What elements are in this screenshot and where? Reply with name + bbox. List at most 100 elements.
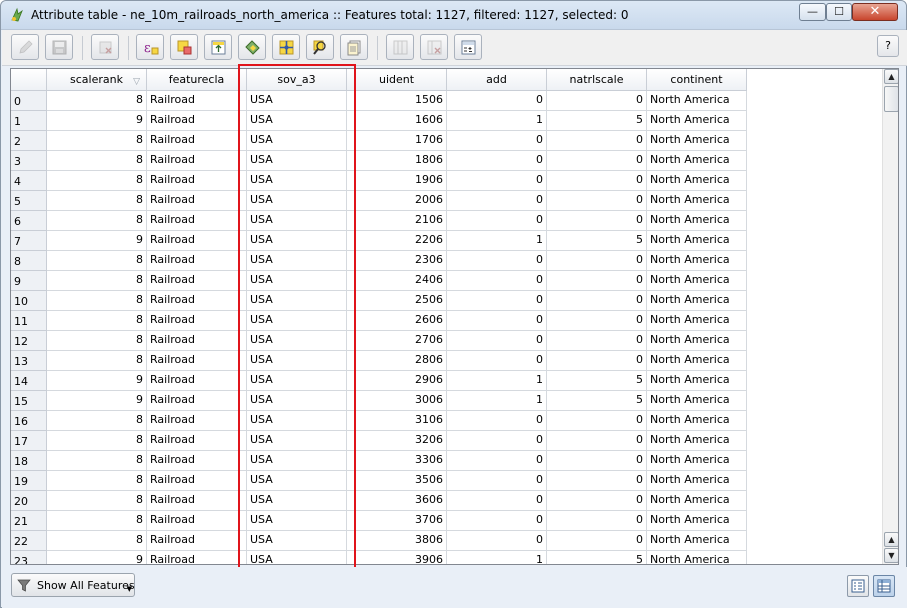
zoom-to-selected-button[interactable]: [306, 34, 334, 60]
cell-continent[interactable]: North America: [647, 391, 747, 411]
cell-uident[interactable]: 2706: [347, 331, 447, 351]
table-row[interactable]: 16 8 Railroad USA 3106 0 0 North America: [11, 411, 747, 431]
cell-uident[interactable]: 1706: [347, 131, 447, 151]
cell-uident[interactable]: 2306: [347, 251, 447, 271]
cell-featurecla[interactable]: Railroad: [147, 191, 247, 211]
cell-sov-a3[interactable]: USA: [247, 151, 347, 171]
table-row[interactable]: 11 8 Railroad USA 2606 0 0 North America: [11, 311, 747, 331]
cell-uident[interactable]: 2206: [347, 231, 447, 251]
table-row[interactable]: 7 9 Railroad USA 2206 1 5 North America: [11, 231, 747, 251]
table-row[interactable]: 9 8 Railroad USA 2406 0 0 North America: [11, 271, 747, 291]
cell-uident[interactable]: 3206: [347, 431, 447, 451]
table-row[interactable]: 22 8 Railroad USA 3806 0 0 North America: [11, 531, 747, 551]
cell-natrlscale[interactable]: 0: [547, 431, 647, 451]
row-header[interactable]: 8: [11, 251, 47, 271]
table-row[interactable]: 2 8 Railroad USA 1706 0 0 North America: [11, 131, 747, 151]
table-row[interactable]: 4 8 Railroad USA 1906 0 0 North America: [11, 171, 747, 191]
cell-sov-a3[interactable]: USA: [247, 291, 347, 311]
cell-continent[interactable]: North America: [647, 491, 747, 511]
cell-natrlscale[interactable]: 5: [547, 391, 647, 411]
cell-uident[interactable]: 3506: [347, 471, 447, 491]
cell-uident[interactable]: 1806: [347, 151, 447, 171]
cell-add[interactable]: 0: [447, 291, 547, 311]
cell-featurecla[interactable]: Railroad: [147, 251, 247, 271]
cell-add[interactable]: 0: [447, 191, 547, 211]
cell-sov-a3[interactable]: USA: [247, 491, 347, 511]
cell-add[interactable]: 0: [447, 331, 547, 351]
cell-sov-a3[interactable]: USA: [247, 511, 347, 531]
table-row[interactable]: 1 9 Railroad USA 1606 1 5 North America: [11, 111, 747, 131]
cell-sov-a3[interactable]: USA: [247, 251, 347, 271]
cell-uident[interactable]: 3706: [347, 511, 447, 531]
cell-continent[interactable]: North America: [647, 111, 747, 131]
column-header-scalerank[interactable]: scalerank ▽: [47, 69, 147, 91]
cell-uident[interactable]: 1606: [347, 111, 447, 131]
table-row[interactable]: 18 8 Railroad USA 3306 0 0 North America: [11, 451, 747, 471]
cell-uident[interactable]: 2106: [347, 211, 447, 231]
cell-uident[interactable]: 2406: [347, 271, 447, 291]
cell-add[interactable]: 0: [447, 531, 547, 551]
cell-scalerank[interactable]: 8: [47, 411, 147, 431]
cell-continent[interactable]: North America: [647, 511, 747, 531]
cell-natrlscale[interactable]: 0: [547, 251, 647, 271]
cell-add[interactable]: 0: [447, 211, 547, 231]
pan-to-selected-button[interactable]: [272, 34, 300, 60]
cell-sov-a3[interactable]: USA: [247, 471, 347, 491]
table-row[interactable]: 8 8 Railroad USA 2306 0 0 North America: [11, 251, 747, 271]
cell-add[interactable]: 0: [447, 131, 547, 151]
cell-continent[interactable]: North America: [647, 531, 747, 551]
column-header-sov-a3[interactable]: sov_a3: [247, 69, 347, 91]
row-header[interactable]: 7: [11, 231, 47, 251]
cell-uident[interactable]: 3106: [347, 411, 447, 431]
cell-scalerank[interactable]: 8: [47, 131, 147, 151]
cell-scalerank[interactable]: 9: [47, 551, 147, 564]
cell-featurecla[interactable]: Railroad: [147, 151, 247, 171]
row-header[interactable]: 11: [11, 311, 47, 331]
cell-natrlscale[interactable]: 0: [547, 191, 647, 211]
cell-scalerank[interactable]: 8: [47, 331, 147, 351]
table-row[interactable]: 19 8 Railroad USA 3506 0 0 North America: [11, 471, 747, 491]
cell-scalerank[interactable]: 8: [47, 191, 147, 211]
cell-add[interactable]: 0: [447, 151, 547, 171]
cell-sov-a3[interactable]: USA: [247, 191, 347, 211]
table-row[interactable]: 17 8 Railroad USA 3206 0 0 North America: [11, 431, 747, 451]
cell-add[interactable]: 1: [447, 231, 547, 251]
table-row[interactable]: 23 9 Railroad USA 3906 1 5 North America: [11, 551, 747, 564]
table-row[interactable]: 21 8 Railroad USA 3706 0 0 North America: [11, 511, 747, 531]
cell-continent[interactable]: North America: [647, 291, 747, 311]
cell-featurecla[interactable]: Railroad: [147, 171, 247, 191]
cell-featurecla[interactable]: Railroad: [147, 271, 247, 291]
cell-add[interactable]: 1: [447, 371, 547, 391]
cell-scalerank[interactable]: 8: [47, 251, 147, 271]
table-row[interactable]: 15 9 Railroad USA 3006 1 5 North America: [11, 391, 747, 411]
maximize-button[interactable]: ☐: [826, 3, 852, 21]
cell-continent[interactable]: North America: [647, 251, 747, 271]
cell-add[interactable]: 0: [447, 311, 547, 331]
cell-sov-a3[interactable]: USA: [247, 371, 347, 391]
help-button[interactable]: ?: [877, 35, 899, 57]
cell-featurecla[interactable]: Railroad: [147, 131, 247, 151]
row-header[interactable]: 2: [11, 131, 47, 151]
table-row[interactable]: 14 9 Railroad USA 2906 1 5 North America: [11, 371, 747, 391]
cell-scalerank[interactable]: 8: [47, 451, 147, 471]
cell-uident[interactable]: 2906: [347, 371, 447, 391]
save-edits-button[interactable]: [45, 34, 73, 60]
cell-sov-a3[interactable]: USA: [247, 351, 347, 371]
field-calculator-button[interactable]: [454, 34, 482, 60]
cell-natrlscale[interactable]: 0: [547, 471, 647, 491]
cell-sov-a3[interactable]: USA: [247, 231, 347, 251]
cell-uident[interactable]: 3606: [347, 491, 447, 511]
cell-featurecla[interactable]: Railroad: [147, 331, 247, 351]
cell-sov-a3[interactable]: USA: [247, 111, 347, 131]
cell-continent[interactable]: North America: [647, 351, 747, 371]
cell-scalerank[interactable]: 8: [47, 171, 147, 191]
cell-natrlscale[interactable]: 0: [547, 331, 647, 351]
table-row[interactable]: 0 8 Railroad USA 1506 0 0 North America: [11, 91, 747, 111]
cell-natrlscale[interactable]: 0: [547, 291, 647, 311]
cell-featurecla[interactable]: Railroad: [147, 411, 247, 431]
cell-scalerank[interactable]: 8: [47, 311, 147, 331]
cell-continent[interactable]: North America: [647, 411, 747, 431]
cell-featurecla[interactable]: Railroad: [147, 491, 247, 511]
cell-uident[interactable]: 2006: [347, 191, 447, 211]
cell-continent[interactable]: North America: [647, 131, 747, 151]
